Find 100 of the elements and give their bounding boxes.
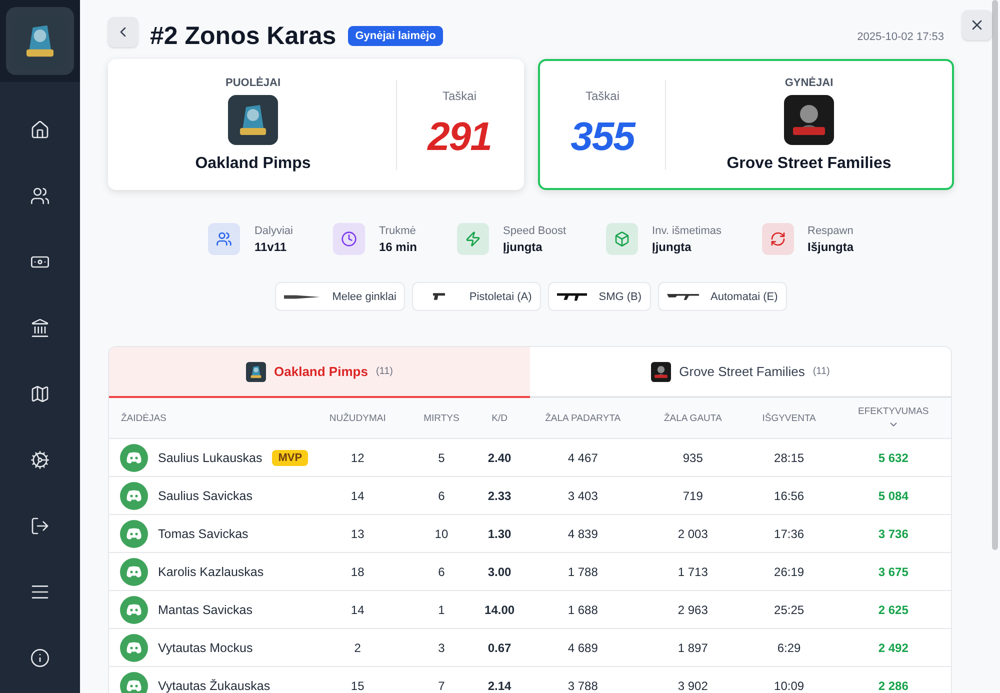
table-cell: 3.00 [476,552,522,590]
column-header[interactable]: MIRTYS [406,398,477,438]
column-header[interactable]: EFEKTYVUMAS [858,406,929,417]
table-cell: 2.40 [476,438,522,476]
table-cell: 3 403 [522,476,644,514]
stat-value: 16 min [379,240,418,254]
column-header[interactable]: IŠGYVENTA [742,398,836,438]
team-name: Oakland Pimps [195,154,311,172]
table-cell: 1 688 [522,590,644,628]
table-cell: 4 839 [522,514,644,552]
column-header[interactable]: K/D [476,398,522,438]
stat-value: Įjungta [652,240,692,254]
table-cell: 25:25 [742,590,836,628]
stat-value: 11v11 [254,240,288,254]
weapon-label: SMG (B) [598,290,642,302]
table-cell: 2 625 [836,590,951,628]
team-score: 355 [570,115,634,160]
team-name: Grove Street Families [726,154,892,172]
match-date: 2025-10-02 17:53 [857,30,944,42]
table-cell: 2 003 [643,514,742,552]
table-cell: 3 675 [836,552,951,590]
stat-label: Dalyviai [254,224,293,236]
table-cell: 3 902 [643,666,742,693]
table-cell: 26:19 [742,552,836,590]
player-name: Saulius Savickas [158,488,252,502]
gear-icon [30,450,50,470]
table-cell: 3 788 [522,666,644,693]
table-cell: 935 [643,438,742,476]
weapon-label: Automatai (E) [710,290,778,302]
table-cell: 2 492 [836,628,951,666]
table-cell: 7 [406,666,477,693]
table-cell: 0.67 [476,628,522,666]
table-cell: 1 713 [643,552,742,590]
weapon-label: Melee ginklai [332,290,396,302]
table-cell: 17:36 [742,514,836,552]
table-cell: 3 736 [836,514,951,552]
table-cell: 6 [406,476,477,514]
table-cell: 5 [406,438,477,476]
player-name: Vytautas Mockus [158,640,253,654]
table-cell: 1 788 [522,552,644,590]
table-cell: 14 [309,476,406,514]
stat-value: Įjungta [503,240,544,254]
result-badge: Gynėjai laimėjo [348,26,443,46]
mvp-badge: MVP [272,450,308,466]
table-cell: 1 897 [643,628,742,666]
logout-icon [30,516,50,536]
stat-label: Speed Boost [503,224,566,236]
table-cell: 5 632 [836,438,951,476]
stat-value: Išjungta [808,240,854,254]
stat-label: Trukmė [379,224,417,236]
table-cell: 3 [406,628,477,666]
avatar-icon [120,596,148,624]
team-role: GYNĖJAI [784,76,834,88]
scrollbar[interactable] [992,0,998,550]
table-cell: 28:15 [742,438,836,476]
table-cell: 1 [406,590,477,628]
table-cell: 6 [406,552,477,590]
team-tab[interactable]: Oakland Pimps (11) [109,347,530,398]
avatar-icon [120,444,148,472]
player-name: Mantas Savickas [158,602,252,616]
map-icon [30,384,50,404]
team-logo-icon [651,362,672,382]
team-logo-icon [228,94,278,144]
column-header[interactable]: NUŽUDYMAI [309,398,406,438]
player-name: Karolis Kazlauskas [158,564,264,578]
table-cell: 4 689 [522,628,644,666]
table-cell: 18 [309,552,406,590]
table-cell: 12 [309,438,406,476]
home-icon [30,120,50,140]
weapon-label: Pistoletai (A) [469,290,532,302]
avatar-icon [120,482,148,510]
avatar-icon [120,558,148,586]
team-logo-icon [246,362,266,382]
score-label: Taškai [442,89,476,103]
player-name: Vytautas Žukauskas [158,678,270,692]
close-button[interactable] [962,10,992,40]
avatar-icon [120,634,148,662]
stat-label: Respawn [808,224,854,236]
pistol-icon [433,293,446,300]
column-header[interactable]: ŽAIDĖJAS [109,398,310,438]
team-logo-icon [784,94,834,144]
info-icon [30,648,50,668]
users-icon [30,186,50,206]
table-cell: 14 [309,590,406,628]
column-header[interactable]: ŽALA PADARYTA [522,398,644,438]
column-header[interactable]: ŽALA GAUTA [643,398,742,438]
table-cell: 2 [309,628,406,666]
bank-icon [30,318,50,338]
team-tab[interactable]: Grove Street Families (11) [530,347,951,398]
table-cell: 2.33 [476,476,522,514]
page-title: #2 Zonos Karas [150,22,336,51]
table-cell: 10:09 [742,666,836,693]
table-cell: 5 084 [836,476,951,514]
table-cell: 16:56 [742,476,836,514]
team-score: 291 [428,115,492,160]
avatar-icon [120,520,148,548]
rifle-icon [666,294,699,300]
table-cell: 2 286 [836,666,951,693]
player-name: Saulius Lukauskas [158,450,262,464]
table-cell: 15 [309,666,406,693]
